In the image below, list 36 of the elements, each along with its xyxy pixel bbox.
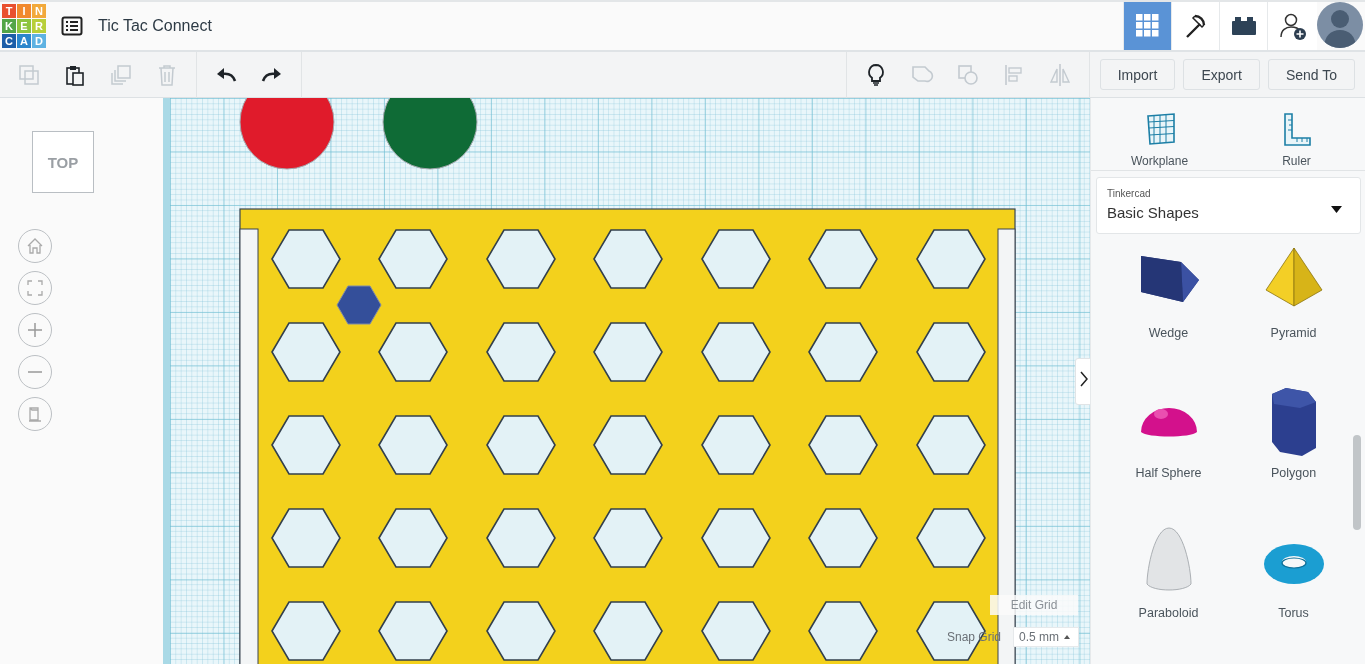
logo-tile: C	[2, 34, 16, 48]
caret-icon	[1331, 205, 1342, 213]
shape-label[interactable]: Pyramid	[1270, 326, 1317, 340]
toolbar-button[interactable]: Export	[1183, 59, 1260, 90]
project-title: Tic Tac Connect	[98, 17, 213, 35]
scrollbar-thumb[interactable]	[1353, 435, 1361, 530]
shape-label[interactable]: Paraboloid	[1138, 606, 1199, 620]
toolbar-button[interactable]: Import	[1099, 59, 1176, 90]
logo-tile: I	[17, 4, 31, 18]
list-icon[interactable]	[60, 14, 84, 38]
logo-tile: N	[32, 4, 46, 18]
shape-label[interactable]: Wedge	[1148, 326, 1189, 340]
library-name: Basic Shapes	[1107, 203, 1199, 221]
view-tab[interactable]	[1219, 2, 1267, 50]
library-dropdown[interactable]: Tinkercad Basic Shapes	[1096, 176, 1361, 234]
chevron-icon[interactable]	[1075, 358, 1090, 405]
caret-icon	[1064, 635, 1070, 639]
logo-tile: D	[32, 34, 46, 48]
logo-tile: R	[32, 19, 46, 33]
library-source: Tinkercad	[1107, 187, 1152, 199]
shape-label[interactable]: Torus	[1278, 606, 1309, 620]
toolbar-button[interactable]: Send To	[1267, 59, 1355, 90]
avatar-icon[interactable]	[1317, 2, 1363, 48]
view-tab[interactable]	[1171, 2, 1219, 50]
snap-grid-dropdown[interactable]: 0.5 mm	[1013, 627, 1079, 647]
add-user-icon[interactable]	[1267, 2, 1317, 50]
logo-tile: A	[17, 34, 31, 48]
logo-tile: K	[2, 19, 16, 33]
tool-label[interactable]: Ruler	[1282, 154, 1311, 168]
shape-label[interactable]: Polygon	[1270, 466, 1317, 480]
shape-label[interactable]: Half Sphere	[1135, 466, 1202, 480]
tool-label[interactable]: Workplane	[1130, 154, 1189, 168]
logo-tile: T	[2, 4, 16, 18]
grid-icon	[1134, 13, 1161, 39]
hexagon-piece[interactable]	[336, 285, 382, 325]
logo-tile: E	[17, 19, 31, 33]
